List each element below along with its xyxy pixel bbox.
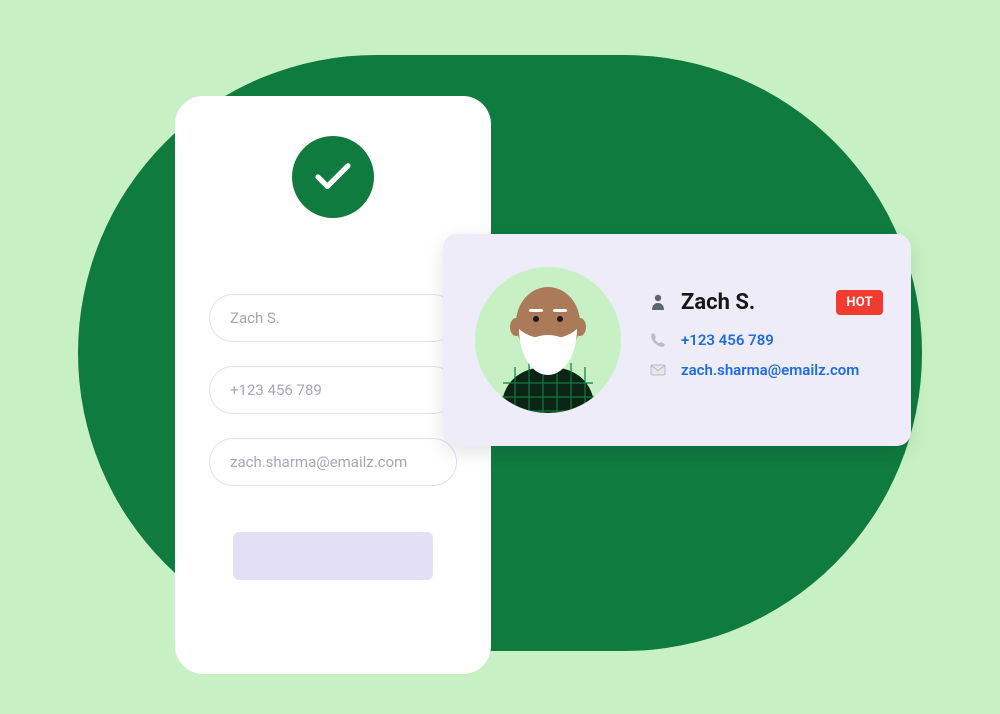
contact-info: Zach S. HOT +123 456 789 zach.sharma@ema… — [649, 290, 883, 391]
name-input[interactable]: Zach S. — [209, 294, 457, 342]
hot-badge: HOT — [836, 290, 883, 315]
contact-name: Zach S. — [681, 290, 836, 315]
email-input[interactable]: zach.sharma@emailz.com — [209, 438, 457, 486]
contact-email-link[interactable]: zach.sharma@emailz.com — [681, 361, 859, 379]
phone-input[interactable]: +123 456 789 — [209, 366, 457, 414]
person-icon — [649, 294, 667, 310]
email-icon — [649, 362, 667, 378]
submit-button[interactable] — [233, 532, 433, 580]
phone-icon — [649, 332, 667, 348]
contact-card: Zach S. HOT +123 456 789 zach.sharma@ema… — [443, 234, 911, 446]
avatar — [475, 267, 621, 413]
contact-phone-link[interactable]: +123 456 789 — [681, 331, 774, 349]
success-check-icon — [292, 136, 374, 218]
